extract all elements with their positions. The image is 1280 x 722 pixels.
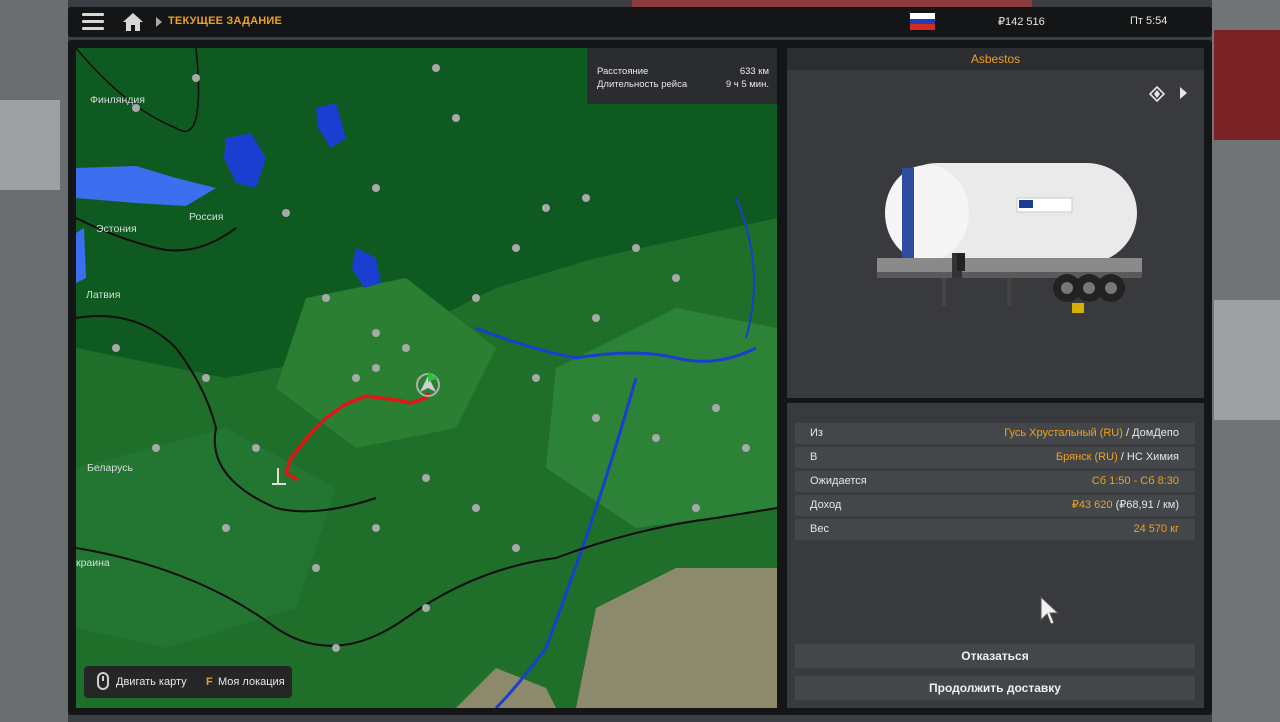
expected-value: Сб 1:50 - Сб 8:30 [1091,475,1179,487]
backdrop-left-block [0,100,60,190]
game-clock: Пт 5:54 [1130,15,1168,27]
mouse-cursor-icon [1040,596,1059,625]
label-latvia: Латвия [86,289,121,301]
breadcrumb-current: ТЕКУЩЕЕ ЗАДАНИЕ [168,15,283,27]
detail-row-weight: Вес 24 570 кг [795,519,1195,540]
drag-map-label: Двигать карту [116,676,187,688]
to-value: Брянск (RU) / НС Химия [1056,447,1179,468]
expected-label: Ожидается [810,475,867,487]
backdrop-red-wall [1214,30,1280,140]
label-russia: Россия [189,211,224,223]
distance-value: 633 км [739,66,769,77]
decline-button[interactable]: Отказаться [795,644,1195,668]
trailer-view-icon[interactable] [1149,86,1165,102]
from-company: / ДомДепо [1122,427,1179,439]
detail-row-to: В Брянск (RU) / НС Химия [795,447,1195,468]
duration-label: Длительность рейса [597,79,688,90]
location-key[interactable]: F [206,676,213,688]
next-trailer-chevron-icon[interactable] [1180,87,1187,99]
from-label: Из [810,427,823,439]
map-controls-hint: Двигать карту F Моя локация [84,666,292,698]
income-label: Доход [810,499,842,511]
backdrop-top [632,0,1032,7]
backdrop-right-block [1214,300,1280,420]
my-location-label[interactable]: Моя локация [218,676,285,688]
distance-label: Расстояние [597,66,649,77]
distance-row: Расстояние 633 км [597,66,769,77]
duration-row: Длительность рейса 9 ч 5 мин. [597,79,769,90]
detail-row-income: Доход ₽43 620 (₽68,91 / км) [795,495,1195,516]
flag-stripe-red [910,24,935,30]
income-value-group: ₽43 620 (₽68,91 / км) [1072,495,1179,516]
label-ukraine: краина [76,557,110,569]
top-bar: ТЕКУЩЕЕ ЗАДАНИЕ ₽142 516 Пт 5:54 [68,7,1212,37]
detail-row-expected: Ожидается Сб 1:50 - Сб 8:30 [795,471,1195,492]
route-map[interactable]: Финляндия Россия Эстония Латвия Беларусь… [76,48,777,708]
income-per-km: (₽68,91 / км) [1112,499,1179,511]
cargo-panel: Asbestos [787,48,1204,398]
label-finland: Финляндия [90,94,145,106]
mouse-icon [97,672,109,690]
to-city: Брянск (RU) [1055,451,1118,463]
weight-label: Вес [810,523,829,535]
detail-row-from: Из Гусь Хрустальный (RU) / ДомДепо [795,423,1195,444]
russia-flag-icon [910,13,935,30]
from-value: Гусь Хрустальный (RU) / ДомДепо [1004,423,1179,444]
to-company: / НС Химия [1117,451,1179,463]
money-balance: ₽142 516 [998,16,1045,28]
from-city: Гусь Хрустальный (RU) [1004,427,1123,439]
continue-delivery-button[interactable]: Продолжить доставку [795,676,1195,700]
income-value: ₽43 620 [1071,499,1113,511]
silo-trailer-image [877,163,1142,313]
cargo-name: Asbestos [787,48,1204,70]
job-window: Финляндия Россия Эстония Латвия Беларусь… [68,40,1212,715]
to-label: В [810,451,818,463]
label-estonia: Эстония [96,223,137,235]
label-belarus: Беларусь [87,462,133,474]
weight-value: 24 570 кг [1133,523,1179,535]
duration-value: 9 ч 5 мин. [725,79,769,90]
route-info-box: Расстояние 633 км Длительность рейса 9 ч… [587,48,777,104]
home-icon[interactable] [122,12,144,32]
hamburger-menu-icon[interactable] [82,13,104,31]
job-details-panel: Из Гусь Хрустальный (RU) / ДомДепо В Бря… [787,403,1204,708]
breadcrumb-chevron-icon [156,17,162,27]
map-graphics [76,48,777,708]
